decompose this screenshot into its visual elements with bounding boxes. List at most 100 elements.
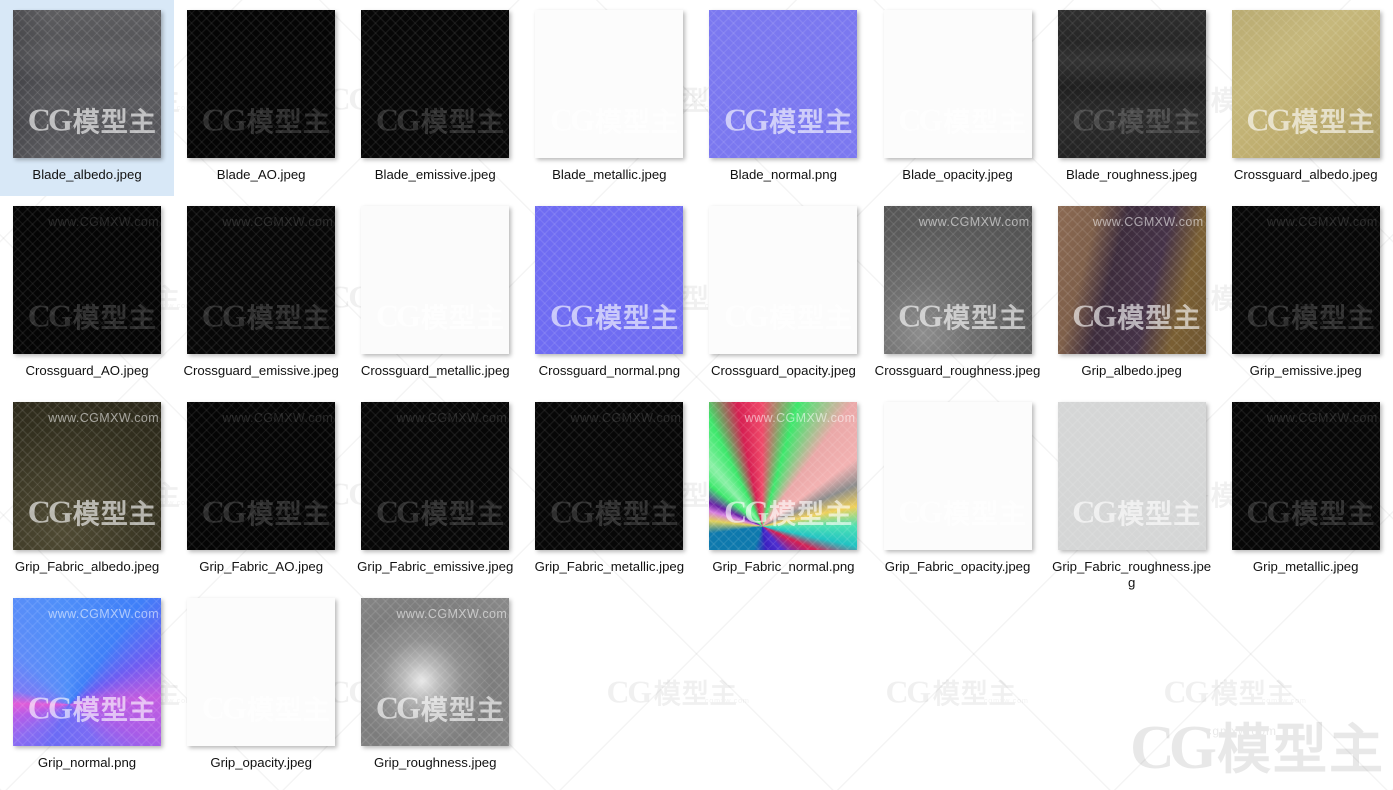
- file-thumbnail[interactable]: CG 模型主: [187, 598, 336, 746]
- file-thumbnail[interactable]: CG 模型主: [709, 206, 858, 354]
- file-thumbnail[interactable]: CG 模型主: [1057, 10, 1206, 158]
- file-grid-item[interactable]: CG 模型主 Blade_normal.png: [696, 0, 870, 196]
- thumbnail-logo-watermark: CG 模型主: [1246, 101, 1376, 138]
- file-thumbnail[interactable]: www.CGMXW.com CG 模型主: [535, 402, 684, 550]
- file-thumbnail[interactable]: CG 模型主: [1057, 402, 1206, 550]
- thumbnail-url-watermark: www.CGMXW.com: [1266, 215, 1378, 229]
- file-name-label: Grip_opacity.jpeg: [210, 755, 312, 770]
- file-name-label: Blade_emissive.jpeg: [374, 167, 496, 182]
- file-thumbnail[interactable]: www.CGMXW.com CG 模型主: [1231, 206, 1380, 354]
- thumbnail-logo-watermark: CG 模型主: [724, 297, 854, 334]
- file-grid-item[interactable]: CG 模型主 Blade_albedo.jpeg: [0, 0, 175, 196]
- thumbnail-logo-watermark: CG 模型主: [27, 101, 157, 138]
- file-grid-item[interactable]: www.CGMXW.com CG 模型主 Grip_Fabric_normal.png: [696, 392, 870, 588]
- file-grid-item[interactable]: www.CGMXW.com CG 模型主 Grip_albedo.jpeg: [1045, 196, 1219, 392]
- file-thumbnail[interactable]: CG 模型主: [187, 10, 336, 158]
- file-thumbnail[interactable]: www.CGMXW.com CG 模型主: [361, 402, 510, 550]
- file-thumbnail[interactable]: www.CGMXW.com CG 模型主: [187, 206, 336, 354]
- thumbnail-logo-watermark: CG 模型主: [375, 297, 505, 334]
- thumbnail-url-watermark: www.CGMXW.com: [48, 411, 160, 425]
- thumbnail-logo-watermark: CG 模型主: [898, 493, 1028, 530]
- file-name-label: Crossguard_roughness.jpeg: [874, 363, 1041, 378]
- file-thumbnail[interactable]: www.CGMXW.com CG 模型主: [187, 402, 336, 550]
- file-thumbnail[interactable]: www.CGMXW.com CG 模型主: [361, 598, 510, 746]
- file-grid-item[interactable]: www.CGMXW.com CG 模型主 Grip_Fabric_metallic.j…: [522, 392, 696, 588]
- thumbnail-url-watermark: www.CGMXW.com: [48, 215, 160, 229]
- thumbnail-logo-watermark: CG 模型主: [201, 297, 331, 334]
- thumbnail-logo-watermark: CG 模型主: [201, 101, 331, 138]
- file-thumbnail[interactable]: CG 模型主: [361, 10, 510, 158]
- file-grid-item[interactable]: www.CGMXW.com CG 模型主 Grip_normal.png: [0, 588, 174, 784]
- thumbnail-logo-watermark: CG 模型主: [201, 689, 331, 726]
- thumbnail-logo-watermark: CG 模型主: [549, 297, 679, 334]
- file-grid-item[interactable]: www.CGMXW.com CG 模型主 Grip_Fabric_albedo.jpe…: [0, 392, 174, 588]
- thumbnail-logo-watermark: CG 模型主: [1072, 101, 1202, 138]
- file-thumbnail[interactable]: www.CGMXW.com CG 模型主: [1057, 206, 1206, 354]
- file-grid-item[interactable]: CG 模型主 Grip_opacity.jpeg: [174, 588, 348, 784]
- file-name-label: Blade_normal.png: [729, 167, 837, 182]
- file-grid-item[interactable]: CG 模型主 Blade_roughness.jpeg: [1045, 0, 1219, 196]
- file-thumbnail[interactable]: www.CGMXW.com CG 模型主: [13, 598, 162, 746]
- thumbnail-logo-watermark: CG 模型主: [27, 689, 157, 726]
- thumbnail-logo-watermark: CG 模型主: [201, 493, 331, 530]
- file-grid-item[interactable]: www.CGMXW.com CG 模型主 Grip_metallic.jpeg: [1219, 392, 1393, 588]
- file-grid-item[interactable]: www.CGMXW.com CG 模型主 Grip_Fabric_emissive.j…: [348, 392, 522, 588]
- file-name-label: Blade_albedo.jpeg: [32, 167, 142, 182]
- file-grid-item[interactable]: www.CGMXW.com CG 模型主 Grip_roughness.jpeg: [348, 588, 522, 784]
- file-grid-item[interactable]: CG 模型主 Blade_AO.jpeg: [174, 0, 348, 196]
- thumbnail-url-watermark: www.CGMXW.com: [396, 607, 508, 621]
- file-grid-item[interactable]: CG 模型主 Grip_Fabric_roughness.jpeg: [1045, 392, 1219, 590]
- thumbnail-url-watermark: www.CGMXW.com: [222, 411, 334, 425]
- file-thumbnail[interactable]: CG 模型主: [535, 206, 684, 354]
- file-thumbnail[interactable]: www.CGMXW.com CG 模型主: [709, 402, 858, 550]
- file-grid-item[interactable]: CG 模型主 Blade_opacity.jpeg: [870, 0, 1044, 196]
- file-grid-item[interactable]: CG 模型主 Crossguard_metallic.jpeg: [348, 196, 522, 392]
- file-name-label: Crossguard_albedo.jpeg: [1233, 167, 1378, 182]
- file-thumbnail[interactable]: www.CGMXW.com CG 模型主: [13, 206, 162, 354]
- file-thumbnail[interactable]: CG 模型主: [883, 402, 1032, 550]
- thumbnail-logo-watermark: CG 模型主: [1246, 297, 1376, 334]
- file-grid-item[interactable]: www.CGMXW.com CG 模型主 Crossguard_AO.jpeg: [0, 196, 174, 392]
- file-grid-item[interactable]: CG 模型主 Grip_Fabric_opacity.jpeg: [870, 392, 1044, 588]
- file-name-label: Crossguard_emissive.jpeg: [183, 363, 339, 378]
- file-thumbnail[interactable]: www.CGMXW.com CG 模型主: [883, 206, 1032, 354]
- file-thumbnail[interactable]: CG 模型主: [709, 10, 858, 158]
- thumbnail-url-watermark: www.CGMXW.com: [48, 607, 160, 621]
- file-grid-item[interactable]: CG 模型主 Blade_metallic.jpeg: [522, 0, 696, 196]
- file-name-label: Grip_emissive.jpeg: [1249, 363, 1362, 378]
- thumbnail-url-watermark: www.CGMXW.com: [1266, 411, 1378, 425]
- file-name-label: Blade_opacity.jpeg: [902, 167, 1013, 182]
- file-name-label: Grip_Fabric_roughness.jpeg: [1052, 559, 1212, 590]
- thumbnail-url-watermark: www.CGMXW.com: [222, 215, 334, 229]
- file-grid-item[interactable]: www.CGMXW.com CG 模型主 Crossguard_emissive.jp…: [174, 196, 348, 392]
- thumbnail-url-watermark: www.CGMXW.com: [396, 411, 508, 425]
- file-grid-item[interactable]: CG 模型主 Crossguard_normal.png: [522, 196, 696, 392]
- file-grid-item[interactable]: CG 模型主 Crossguard_albedo.jpeg: [1219, 0, 1393, 196]
- thumbnail-logo-watermark: CG 模型主: [1072, 493, 1202, 530]
- file-grid-item[interactable]: www.CGMXW.com CG 模型主 Crossguard_roughness.j…: [870, 196, 1044, 392]
- file-thumbnail[interactable]: CG 模型主: [361, 206, 510, 354]
- thumbnail-logo-watermark: CG 模型主: [1246, 493, 1376, 530]
- file-grid-item[interactable]: www.CGMXW.com CG 模型主 Grip_Fabric_AO.jpeg: [174, 392, 348, 588]
- file-name-label: Crossguard_AO.jpeg: [25, 363, 149, 378]
- file-grid-item[interactable]: www.CGMXW.com CG 模型主 Grip_emissive.jpeg: [1219, 196, 1393, 392]
- file-thumbnail-grid[interactable]: CG 模型主 Blade_albedo.jpeg CG 模型主 Blade_AO.jpeg…: [0, 0, 1393, 784]
- file-grid-item[interactable]: CG 模型主 Crossguard_opacity.jpeg: [696, 196, 870, 392]
- file-thumbnail[interactable]: www.CGMXW.com CG 模型主: [13, 402, 162, 550]
- thumbnail-logo-watermark: CG 模型主: [375, 493, 505, 530]
- file-name-label: Crossguard_metallic.jpeg: [360, 363, 510, 378]
- file-name-label: Grip_Fabric_metallic.jpeg: [534, 559, 685, 574]
- thumbnail-logo-watermark: CG 模型主: [549, 493, 679, 530]
- file-name-label: Grip_metallic.jpeg: [1252, 559, 1359, 574]
- thumbnail-logo-watermark: CG 模型主: [549, 101, 679, 138]
- file-name-label: Crossguard_normal.png: [538, 363, 681, 378]
- file-thumbnail[interactable]: CG 模型主: [883, 10, 1032, 158]
- thumbnail-logo-watermark: CG 模型主: [1072, 297, 1202, 334]
- file-thumbnail[interactable]: CG 模型主: [1231, 10, 1380, 158]
- file-thumbnail[interactable]: CG 模型主: [13, 10, 162, 158]
- thumbnail-logo-watermark: CG 模型主: [724, 493, 854, 530]
- file-grid-item[interactable]: CG 模型主 Blade_emissive.jpeg: [348, 0, 522, 196]
- file-name-label: Crossguard_opacity.jpeg: [710, 363, 856, 378]
- file-thumbnail[interactable]: CG 模型主: [535, 10, 684, 158]
- file-thumbnail[interactable]: www.CGMXW.com CG 模型主: [1231, 402, 1380, 550]
